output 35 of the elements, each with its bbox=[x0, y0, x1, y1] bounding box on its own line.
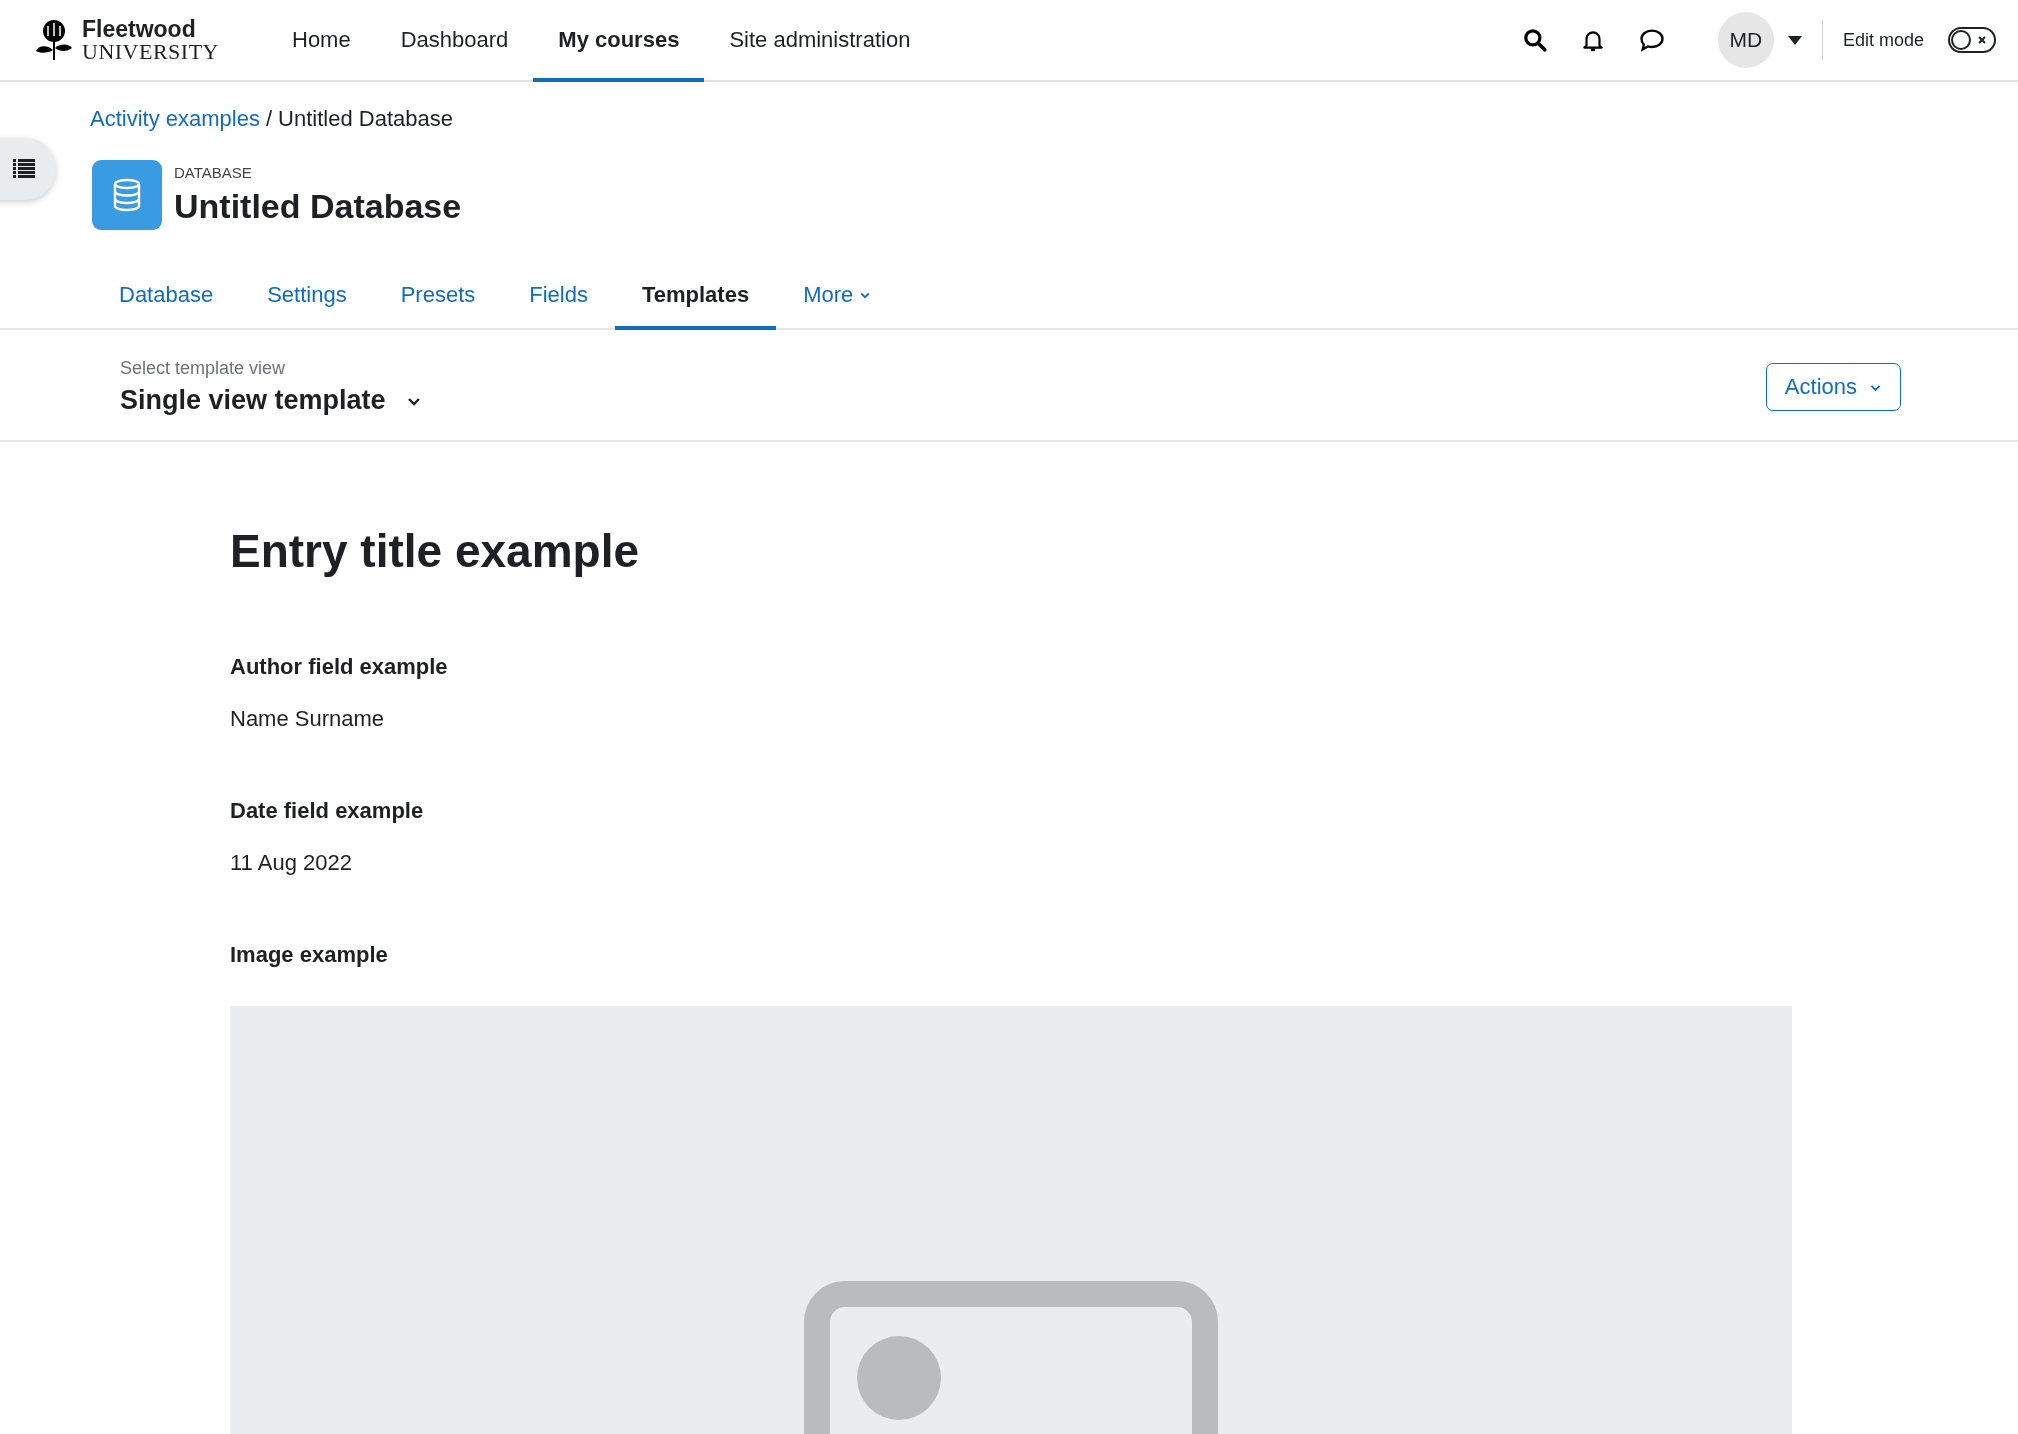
list-icon bbox=[13, 159, 35, 179]
logo-name: Fleetwood bbox=[82, 17, 197, 41]
logo-subtitle: UNIVERSITY bbox=[82, 40, 219, 63]
nav-link[interactable]: Site administration bbox=[704, 0, 936, 82]
nav-tab[interactable]: Settings bbox=[240, 282, 374, 330]
nav-tab[interactable]: Templates bbox=[614, 282, 777, 330]
actions-button[interactable]: Actions bbox=[1765, 363, 1901, 411]
activity-type: DATABASE bbox=[174, 164, 253, 181]
nav-link[interactable]: Dashboard bbox=[375, 0, 534, 82]
nav-tab[interactable]: Fields bbox=[502, 282, 615, 330]
field-label: Author field example bbox=[230, 654, 449, 680]
field-label: Image example bbox=[230, 942, 389, 968]
field-value: 11 Aug 2022 bbox=[230, 850, 353, 876]
close-icon bbox=[1976, 34, 1988, 46]
database-icon bbox=[92, 160, 162, 230]
more-menu-tab[interactable]: More bbox=[776, 282, 899, 330]
breadcrumb-separator: / bbox=[265, 106, 273, 132]
caret-icon[interactable] bbox=[1787, 35, 1802, 45]
course-index-button[interactable] bbox=[0, 138, 56, 200]
nav-link[interactable]: Home bbox=[267, 0, 376, 82]
field-label: Date field example bbox=[230, 798, 425, 824]
select-label: Select template view bbox=[120, 358, 287, 379]
nav-tab[interactable]: Database bbox=[92, 282, 241, 330]
edit-mode-label: Edit mode bbox=[1842, 29, 1924, 51]
nav-link[interactable]: My courses bbox=[533, 0, 705, 82]
user-avatar[interactable]: MD bbox=[1717, 12, 1774, 68]
flower-logo-icon bbox=[34, 18, 74, 62]
entry-title: Entry title example bbox=[230, 524, 641, 578]
edit-mode-switch[interactable] bbox=[1948, 27, 1996, 53]
page-title: Untitled Database bbox=[174, 187, 462, 226]
nav-tab[interactable]: Presets bbox=[373, 282, 503, 330]
breadcrumb-current: Untitled Database bbox=[278, 106, 453, 132]
template-select[interactable]: Single view template bbox=[120, 385, 422, 416]
field-value: Name Surname bbox=[230, 706, 386, 732]
breadcrumb-link[interactable]: Activity examples bbox=[90, 106, 260, 132]
